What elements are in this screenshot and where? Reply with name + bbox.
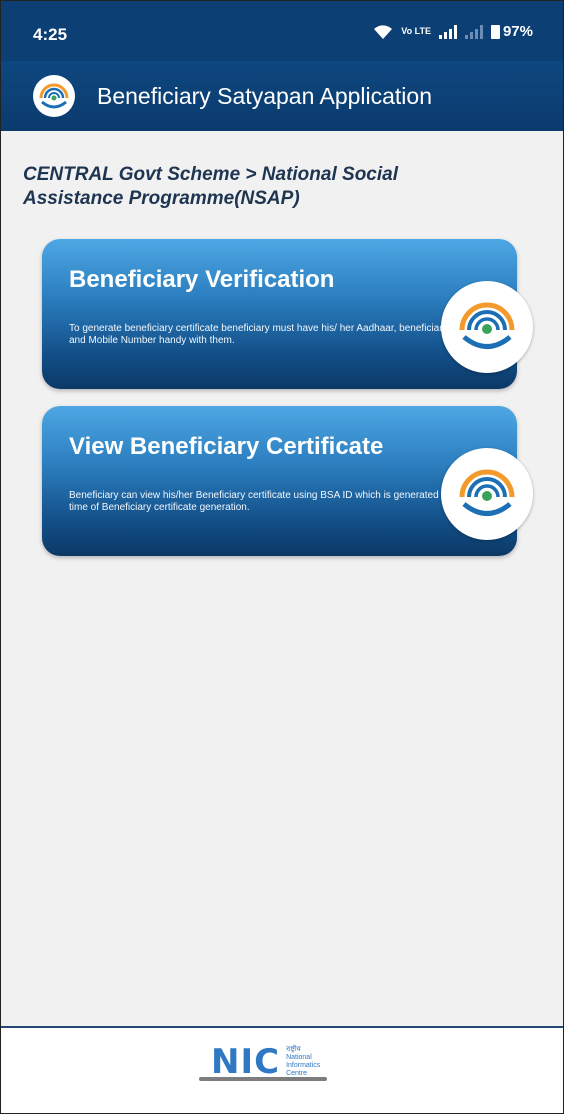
- card-description: To generate beneficiary certificate bene…: [69, 323, 459, 346]
- breadcrumb-line-2: Assistance Programme(NSAP): [23, 188, 300, 209]
- signal-icon: [438, 24, 457, 39]
- battery-indicator: 97%: [490, 23, 533, 40]
- volte-label: Vo LTE: [401, 26, 431, 36]
- status-icons: Vo LTE 97%: [373, 23, 533, 40]
- satyapan-logo-icon: [441, 448, 533, 540]
- nic-text-line-2: Informatics: [286, 1062, 321, 1069]
- app-title: Beneficiary Satyapan Application: [97, 83, 432, 109]
- app-screen: 4:25 Vo LTE 97% Beneficiary Satyapan App…: [0, 0, 564, 1114]
- home-indicator[interactable]: [199, 1077, 327, 1081]
- satyapan-logo-graphic: [459, 302, 515, 349]
- status-bar: 4:25 Vo LTE 97%: [1, 1, 563, 61]
- beneficiary-verification-card[interactable]: Beneficiary Verification To generate ben…: [42, 239, 533, 389]
- breadcrumb: CENTRAL Govt Scheme > National Social As…: [23, 163, 523, 211]
- wifi-icon: [374, 24, 393, 39]
- view-beneficiary-certificate-card[interactable]: View Beneficiary Certificate Beneficiary…: [42, 406, 533, 556]
- nic-logo-text: राष्ट्रीय National Informatics Centre: [286, 1046, 320, 1078]
- card-description: Beneficiary can view his/her Beneficiary…: [69, 490, 450, 513]
- battery-level: 97%: [502, 23, 533, 40]
- satyapan-logo-graphic: [459, 469, 515, 516]
- nic-logo-letters: NIC: [211, 1042, 281, 1082]
- footer: NIC राष्ट्रीय National Informatics Centr…: [1, 1026, 563, 1113]
- card-title: Beneficiary Verification: [69, 266, 335, 293]
- app-bar: Beneficiary Satyapan Application: [1, 61, 563, 131]
- satyapan-logo-icon: [441, 281, 533, 373]
- status-time: 4:25: [33, 25, 68, 44]
- satyapan-logo-graphic: [39, 83, 69, 109]
- nic-logo: NIC राष्ट्रीय National Informatics Centr…: [211, 1042, 320, 1082]
- breadcrumb-line-1: CENTRAL Govt Scheme > National Social: [23, 164, 398, 185]
- satyapan-logo-icon: [33, 75, 75, 117]
- battery-icon: [490, 24, 500, 39]
- signal-sim2-icon: [464, 24, 483, 39]
- nic-hindi-text: राष्ट्रीय: [286, 1046, 301, 1053]
- card-title: View Beneficiary Certificate: [69, 433, 384, 460]
- nic-text-line-1: National: [286, 1054, 312, 1061]
